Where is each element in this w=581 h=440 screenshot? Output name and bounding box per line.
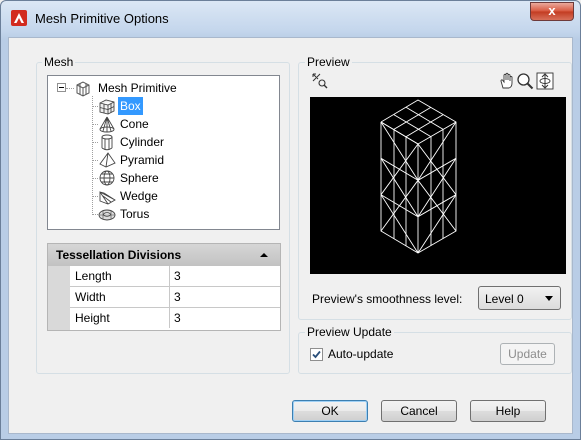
window-title: Mesh Primitive Options: [35, 11, 169, 26]
tree-item-label: Box: [118, 97, 143, 115]
tree-connector: [66, 88, 74, 89]
tessellation-header-label: Tessellation Divisions: [56, 248, 182, 262]
smoothness-level-dropdown[interactable]: Level 0: [478, 286, 561, 310]
preview-update-group-label: Preview Update: [305, 325, 394, 339]
tree-connector: [92, 96, 93, 215]
autocad-app-icon: [11, 10, 27, 26]
tree-root-label: Mesh Primitive: [98, 81, 177, 95]
tessellation-header[interactable]: Tessellation Divisions: [48, 244, 280, 266]
update-button[interactable]: Update: [500, 343, 555, 365]
tree-item-label: Cylinder: [120, 135, 165, 149]
box-icon: [99, 99, 115, 115]
auto-update-label[interactable]: Auto-update: [328, 347, 393, 361]
chevron-down-icon: [545, 296, 553, 301]
sphere-icon: [99, 170, 115, 186]
title-bar[interactable]: Mesh Primitive Options x: [1, 1, 580, 37]
checkmark-icon: [312, 350, 321, 359]
collapse-arrow-icon[interactable]: [260, 253, 268, 257]
tree-item-label: Sphere: [120, 171, 159, 185]
tree-item-label: Wedge: [120, 189, 158, 203]
pan-hand-icon[interactable]: [498, 72, 516, 90]
tree-item-label: Cone: [120, 117, 149, 131]
smoothness-label: Preview's smoothness level:: [312, 292, 463, 306]
mesh-primitive-icon: [76, 81, 90, 97]
property-name: Length: [70, 266, 170, 286]
cylinder-icon: [101, 134, 113, 151]
property-name: Width: [70, 287, 170, 307]
pyramid-icon: [99, 152, 116, 168]
table-row-height[interactable]: Height 3: [70, 308, 280, 329]
close-button[interactable]: x: [530, 2, 574, 21]
smoothness-level-value: Level 0: [485, 292, 524, 306]
torus-icon: [98, 209, 116, 221]
height-value-field[interactable]: 3: [174, 308, 181, 328]
table-gutter: [48, 266, 70, 330]
help-button[interactable]: Help: [470, 400, 546, 422]
cone-icon: [99, 116, 115, 133]
table-row-width[interactable]: Width 3: [70, 287, 280, 308]
length-value-field[interactable]: 3: [174, 266, 181, 286]
width-value-field[interactable]: 3: [174, 287, 181, 307]
mesh-group-label: Mesh: [42, 55, 76, 69]
preview-viewport[interactable]: [310, 97, 566, 274]
zoom-magnifier-icon[interactable]: [516, 72, 534, 90]
table-row-length[interactable]: Length 3: [70, 266, 280, 287]
wedge-icon: [99, 191, 116, 205]
zoom-extents-icon[interactable]: [311, 72, 329, 90]
auto-update-checkbox[interactable]: [310, 348, 323, 361]
property-name: Height: [70, 308, 170, 328]
close-icon: x: [548, 3, 556, 18]
tessellation-table: Tessellation Divisions Length 3 Width 3 …: [47, 243, 281, 331]
tree-collapse-toggle[interactable]: [57, 83, 66, 92]
ok-button[interactable]: OK: [292, 400, 368, 422]
tree-item-label: Pyramid: [120, 153, 165, 167]
tree-item-label: Torus: [120, 207, 150, 221]
orbit-icon[interactable]: [536, 72, 554, 90]
preview-group-label: Preview: [305, 55, 352, 69]
cancel-button[interactable]: Cancel: [381, 400, 457, 422]
